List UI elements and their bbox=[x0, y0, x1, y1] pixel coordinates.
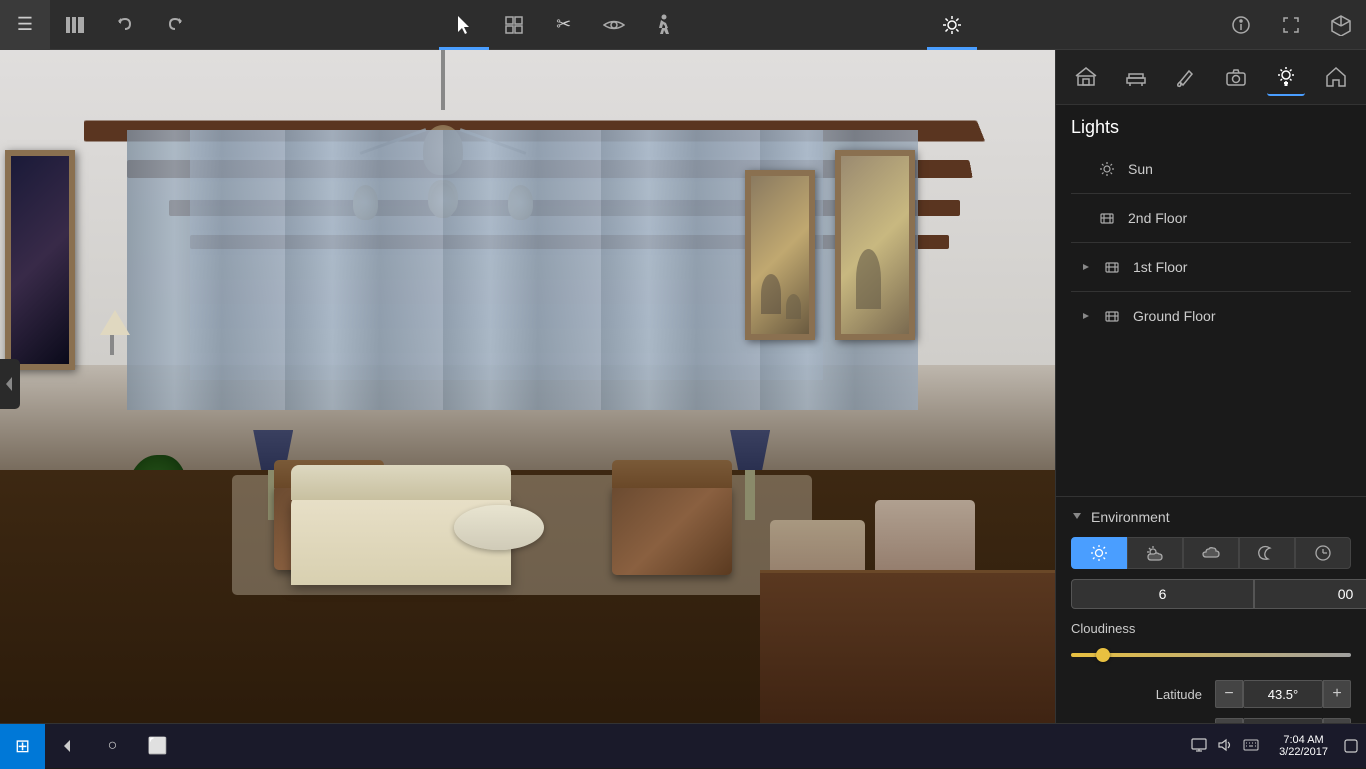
floor-light-icon-ground bbox=[1101, 305, 1123, 327]
panel-tab-bar bbox=[1056, 50, 1366, 105]
environment-title: Environment bbox=[1091, 509, 1170, 525]
left-wall-painting bbox=[5, 150, 75, 370]
minute-input[interactable] bbox=[1254, 579, 1366, 609]
environment-collapse-icon bbox=[1071, 509, 1083, 525]
side-panel: Lights Sun bbox=[1055, 50, 1366, 768]
wall-lamp bbox=[100, 310, 130, 360]
light-item-2nd-floor[interactable]: 2nd Floor bbox=[1071, 199, 1351, 237]
taskbar-multitask-btn[interactable]: ⬜ bbox=[135, 724, 180, 769]
latitude-increase-btn[interactable]: + bbox=[1323, 680, 1351, 708]
sun-label: Sun bbox=[1128, 161, 1346, 177]
night-btn[interactable] bbox=[1239, 537, 1295, 569]
system-tray bbox=[1179, 738, 1271, 755]
latitude-label: Latitude bbox=[1071, 687, 1202, 702]
panel-collapse-arrow[interactable] bbox=[0, 359, 20, 409]
light-item-1st-floor[interactable]: 1st Floor bbox=[1071, 248, 1351, 286]
cloudiness-slider[interactable] bbox=[1071, 644, 1351, 664]
lights-title: Lights bbox=[1071, 117, 1351, 138]
notification-icon[interactable] bbox=[1336, 724, 1366, 769]
hour-input[interactable] bbox=[1071, 579, 1254, 609]
2nd-floor-label: 2nd Floor bbox=[1128, 210, 1346, 226]
right-wall-painting-2 bbox=[835, 150, 915, 340]
3d-cube-icon[interactable] bbox=[1316, 0, 1366, 50]
light-item-ground-floor[interactable]: Ground Floor bbox=[1071, 297, 1351, 335]
taskbar-search-btn[interactable]: ○ bbox=[90, 724, 135, 769]
environment-header[interactable]: Environment bbox=[1071, 509, 1351, 525]
sun-light-icon bbox=[1096, 158, 1118, 180]
taskbar-back-btn[interactable] bbox=[45, 724, 90, 769]
armchair-right bbox=[612, 485, 732, 575]
home-tab-icon[interactable] bbox=[1317, 58, 1355, 96]
floor-light-icon-2 bbox=[1096, 207, 1118, 229]
top-toolbar: ☰ ✂ bbox=[0, 0, 1366, 50]
info-icon[interactable] bbox=[1216, 0, 1266, 50]
tray-volume-icon[interactable] bbox=[1217, 738, 1233, 755]
custom-time-btn[interactable] bbox=[1295, 537, 1351, 569]
cloudiness-thumb[interactable] bbox=[1096, 648, 1110, 662]
right-wall-painting-1 bbox=[745, 170, 815, 340]
sun-icon[interactable] bbox=[927, 0, 977, 50]
time-input-group bbox=[1071, 579, 1351, 609]
coffee-table bbox=[454, 505, 544, 550]
clear-sky-btn[interactable] bbox=[1071, 537, 1127, 569]
floor-light-icon-1 bbox=[1101, 256, 1123, 278]
lights-section: Lights Sun bbox=[1056, 105, 1366, 347]
cloudy-btn[interactable] bbox=[1183, 537, 1239, 569]
ground-floor-label: Ground Floor bbox=[1133, 308, 1346, 324]
redo-icon[interactable] bbox=[150, 0, 200, 50]
tray-keyboard-icon[interactable] bbox=[1243, 738, 1259, 754]
undo-icon[interactable] bbox=[100, 0, 150, 50]
library-icon[interactable] bbox=[50, 0, 100, 50]
clock-date: 3/22/2017 bbox=[1279, 746, 1328, 758]
lights-tab-icon[interactable] bbox=[1267, 58, 1305, 96]
environment-mode-buttons bbox=[1071, 537, 1351, 569]
taskbar: ⊞ ○ ⬜ bbox=[0, 723, 1366, 768]
walk-icon[interactable] bbox=[639, 0, 689, 50]
scissors-icon[interactable]: ✂ bbox=[539, 0, 589, 50]
paint-tab-icon[interactable] bbox=[1167, 58, 1205, 96]
grid-icon[interactable] bbox=[489, 0, 539, 50]
tray-monitor-icon[interactable] bbox=[1191, 738, 1207, 755]
floor-lamp-right bbox=[730, 430, 770, 520]
partly-cloudy-btn[interactable] bbox=[1127, 537, 1183, 569]
latitude-input[interactable] bbox=[1243, 680, 1323, 708]
latitude-row: Latitude − + bbox=[1071, 680, 1351, 708]
select-icon[interactable] bbox=[439, 0, 489, 50]
camera-tab-icon[interactable] bbox=[1217, 58, 1255, 96]
latitude-decrease-btn[interactable]: − bbox=[1215, 680, 1243, 708]
expand-1st-floor-icon[interactable] bbox=[1076, 257, 1096, 277]
3d-viewport[interactable] bbox=[0, 50, 1055, 750]
eye-icon[interactable] bbox=[589, 0, 639, 50]
furniture-tab-icon[interactable] bbox=[1117, 58, 1155, 96]
system-clock[interactable]: 7:04 AM 3/22/2017 bbox=[1271, 734, 1336, 758]
start-button[interactable]: ⊞ bbox=[0, 724, 45, 769]
clock-time: 7:04 AM bbox=[1283, 734, 1323, 746]
1st-floor-label: 1st Floor bbox=[1133, 259, 1346, 275]
menu-icon[interactable]: ☰ bbox=[0, 0, 50, 50]
build-tab-icon[interactable] bbox=[1067, 58, 1105, 96]
light-item-sun[interactable]: Sun bbox=[1071, 150, 1351, 188]
fullscreen-icon[interactable] bbox=[1266, 0, 1316, 50]
cloudiness-label: Cloudiness bbox=[1071, 621, 1351, 636]
expand-ground-floor-icon[interactable] bbox=[1076, 306, 1096, 326]
